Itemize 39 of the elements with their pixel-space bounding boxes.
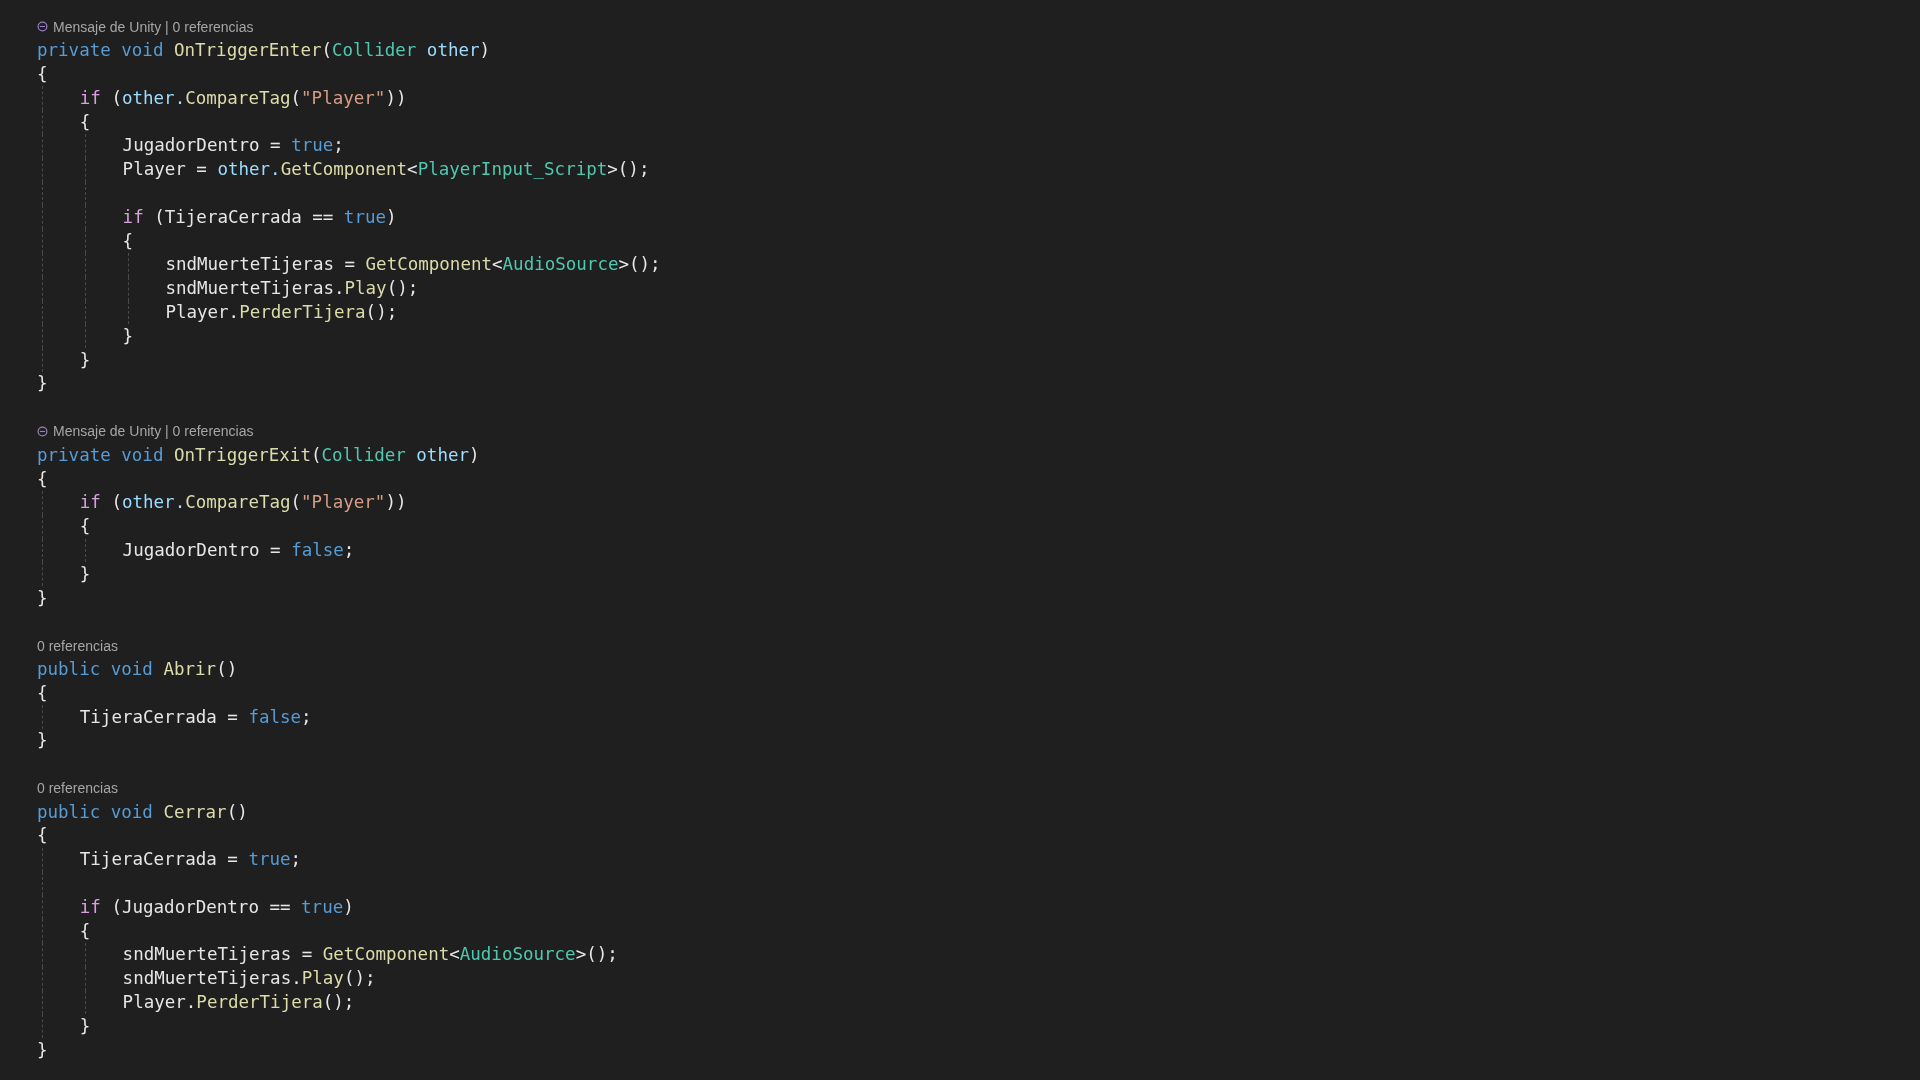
code-line: TijeraCerrada = false; [79, 705, 312, 729]
code-line: { [37, 824, 48, 848]
code-line: if (other.CompareTag("Player")) [79, 491, 407, 515]
code-line: { [79, 515, 91, 539]
code-line: Player.PerderTijera(); [165, 300, 398, 324]
codelens-hint[interactable]: Mensaje de Unity | 0 referencias [53, 422, 254, 441]
code-line: private void OnTriggerEnter(Collider other) [37, 39, 491, 63]
code-line: sndMuerteTijeras.Play(); [165, 277, 419, 301]
code-line: { [37, 467, 48, 491]
code-line: } [122, 324, 134, 348]
code-line: private void OnTriggerExit(Collider other) [37, 443, 480, 467]
code-line: JugadorDentro = false; [122, 538, 355, 562]
code-line: JugadorDentro = true; [122, 134, 344, 158]
code-line: { [79, 919, 91, 943]
code-line: } [37, 586, 48, 610]
code-line: } [79, 348, 91, 372]
codelens-hint[interactable]: 0 referencias [37, 636, 118, 655]
codelens-hint[interactable]: 0 referencias [37, 779, 118, 798]
code-line: } [79, 1014, 91, 1038]
code-line: } [79, 562, 91, 586]
code-line: { [79, 110, 91, 134]
code-line: } [37, 372, 48, 396]
code-line: if (JugadorDentro == true) [79, 895, 354, 919]
code-line: } [37, 1038, 48, 1062]
code-line: if (other.CompareTag("Player")) [79, 86, 407, 110]
code-line: public void Abrir() [37, 657, 238, 681]
code-line: Player.PerderTijera(); [122, 991, 355, 1015]
code-line: sndMuerteTijeras = GetComponent<AudioSource>(); [122, 943, 618, 967]
code-line: { [37, 63, 48, 86]
code-line: sndMuerteTijeras.Play(); [122, 967, 376, 991]
codelens-hint[interactable]: Mensaje de Unity | 0 referencias [53, 17, 254, 36]
code-line: TijeraCerrada = true; [79, 848, 302, 872]
code-line: } [37, 729, 48, 753]
code-line: if (TijeraCerrada == true) [122, 205, 397, 229]
code-line: sndMuerteTijeras = GetComponent<AudioSource>(); [165, 253, 661, 277]
code-line: { [122, 229, 134, 253]
code-line: { [37, 681, 48, 705]
code-line: Player = other.GetComponent<PlayerInput_Script>(); [122, 158, 650, 182]
code-line: public void Cerrar() [37, 800, 248, 824]
